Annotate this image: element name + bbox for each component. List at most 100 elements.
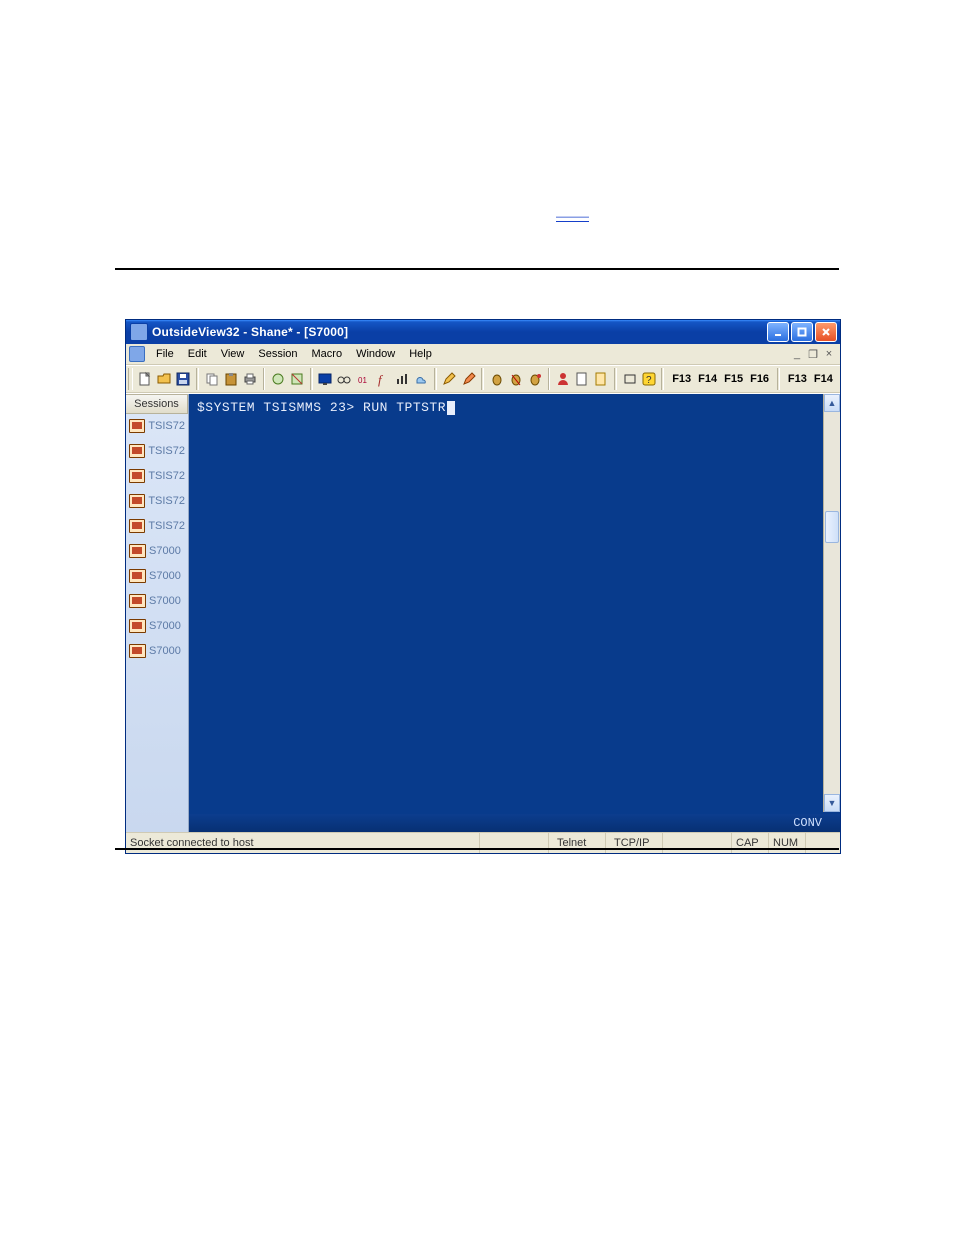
- session-icon: [129, 644, 146, 658]
- svg-text:01: 01: [358, 376, 367, 385]
- titlebar[interactable]: OutsideView32 - Shane* - [S7000]: [126, 320, 840, 344]
- fkey-f13b[interactable]: F13: [786, 373, 809, 385]
- status-cell-tcpip: TCP/IP: [605, 833, 662, 853]
- app-icon: [130, 323, 148, 341]
- session-label: TSIS72: [148, 420, 185, 432]
- scroll-thumb[interactable]: [825, 511, 839, 543]
- terminal[interactable]: $SYSTEM TSISMMS 23> RUN TPTSTR: [189, 394, 840, 814]
- cursor: [447, 401, 455, 415]
- terminal-line: $SYSTEM TSISMMS 23> RUN TPTSTR: [197, 400, 446, 415]
- fkey-f14a[interactable]: F14: [696, 373, 719, 385]
- session-icon: [129, 544, 146, 558]
- menu-file[interactable]: File: [149, 346, 181, 362]
- open-icon[interactable]: [155, 368, 174, 390]
- fkey-group-a: F13 F14 F15 F16: [667, 373, 774, 385]
- disconnect-icon[interactable]: [288, 368, 307, 390]
- fkey-f13a[interactable]: F13: [670, 373, 693, 385]
- session-item[interactable]: TSIS72: [126, 439, 188, 464]
- terminal-mode: CONV: [793, 816, 822, 830]
- bug1-icon[interactable]: [487, 368, 506, 390]
- sessions-panel: Sessions TSIS72 TSIS72 TSIS72 TSIS72 TSIS72 S…: [126, 394, 189, 832]
- session-label: S7000: [149, 595, 181, 607]
- session-item[interactable]: S7000: [126, 589, 188, 614]
- app-window: OutsideView32 - Shane* - [S7000] File Ed…: [125, 319, 841, 854]
- session-icon: [129, 494, 145, 508]
- function-icon[interactable]: f: [373, 368, 392, 390]
- session-icon: [129, 594, 146, 608]
- session-label: S7000: [149, 620, 181, 632]
- menu-edit[interactable]: Edit: [181, 346, 214, 362]
- help-icon[interactable]: ?: [639, 368, 658, 390]
- terminal-mode-bar: CONV: [189, 814, 840, 832]
- toolbar: 01 f ? F13: [126, 365, 840, 393]
- session-label: TSIS72: [148, 470, 185, 482]
- status-cell-0: [479, 833, 548, 853]
- session-item[interactable]: TSIS72: [126, 489, 188, 514]
- pencil2-icon[interactable]: [459, 368, 478, 390]
- session-item[interactable]: TSIS72: [126, 464, 188, 489]
- mdi-restore-button[interactable]: ❐: [805, 347, 821, 361]
- person-icon[interactable]: [553, 368, 572, 390]
- fkey-f15a[interactable]: F15: [722, 373, 745, 385]
- bug2-icon[interactable]: [506, 368, 525, 390]
- menu-session[interactable]: Session: [251, 346, 304, 362]
- hr-bottom: [115, 848, 839, 850]
- session-label: TSIS72: [148, 445, 185, 457]
- svg-text:f: f: [378, 372, 384, 387]
- menu-window[interactable]: Window: [349, 346, 402, 362]
- status-cell-cap: CAP: [731, 833, 768, 853]
- mdi-close-button[interactable]: ×: [821, 347, 837, 361]
- status-cell-6: [805, 833, 840, 853]
- new-icon[interactable]: [135, 368, 154, 390]
- status-cell-telnet: Telnet: [548, 833, 605, 853]
- fkey-f14b[interactable]: F14: [812, 373, 835, 385]
- session-item[interactable]: S7000: [126, 639, 188, 664]
- svg-text:?: ?: [646, 375, 652, 386]
- weather-icon[interactable]: [412, 368, 431, 390]
- session-item[interactable]: S7000: [126, 614, 188, 639]
- copy-icon[interactable]: [202, 368, 221, 390]
- pencil1-icon[interactable]: [440, 368, 459, 390]
- menubar: File Edit View Session Macro Window Help…: [126, 344, 840, 365]
- maximize-button[interactable]: [791, 322, 813, 342]
- session-label: S7000: [149, 545, 181, 557]
- menu-help[interactable]: Help: [402, 346, 439, 362]
- screen-icon[interactable]: [316, 368, 335, 390]
- glasses-icon[interactable]: [335, 368, 354, 390]
- session-label: TSIS72: [148, 520, 185, 532]
- save-icon[interactable]: [174, 368, 193, 390]
- scroll-down-icon[interactable]: ▼: [824, 794, 840, 812]
- vertical-scrollbar[interactable]: ▲ ▼: [823, 394, 840, 812]
- session-icon: [129, 569, 146, 583]
- page-link[interactable]: ———: [556, 211, 589, 223]
- session-label: S7000: [149, 645, 181, 657]
- chart-icon[interactable]: [392, 368, 411, 390]
- connect-icon[interactable]: [268, 368, 287, 390]
- binary-icon[interactable]: 01: [354, 368, 373, 390]
- paste-icon[interactable]: [221, 368, 240, 390]
- sessions-header[interactable]: Sessions: [126, 394, 188, 414]
- session-item[interactable]: TSIS72: [126, 414, 188, 439]
- bug3-icon[interactable]: [525, 368, 544, 390]
- menu-macro[interactable]: Macro: [305, 346, 350, 362]
- session-icon: [129, 419, 145, 433]
- session-label: S7000: [149, 570, 181, 582]
- session-item[interactable]: S7000: [126, 539, 188, 564]
- hr-top: [115, 268, 839, 270]
- print-icon[interactable]: [240, 368, 259, 390]
- minimize-button[interactable]: [767, 322, 789, 342]
- close-button[interactable]: [815, 322, 837, 342]
- session-icon: [129, 619, 146, 633]
- scroll-up-icon[interactable]: ▲: [824, 394, 840, 412]
- fkey-f16a[interactable]: F16: [748, 373, 771, 385]
- page-icon[interactable]: [592, 368, 611, 390]
- session-item[interactable]: TSIS72: [126, 514, 188, 539]
- mdi-minimize-button[interactable]: _: [789, 347, 805, 361]
- menu-view[interactable]: View: [214, 346, 252, 362]
- doc-icon[interactable]: [573, 368, 592, 390]
- status-cell-3: [662, 833, 731, 853]
- session-icon: [129, 519, 145, 533]
- window-title: OutsideView32 - Shane* - [S7000]: [152, 325, 767, 339]
- session-item[interactable]: S7000: [126, 564, 188, 589]
- box-icon[interactable]: [620, 368, 639, 390]
